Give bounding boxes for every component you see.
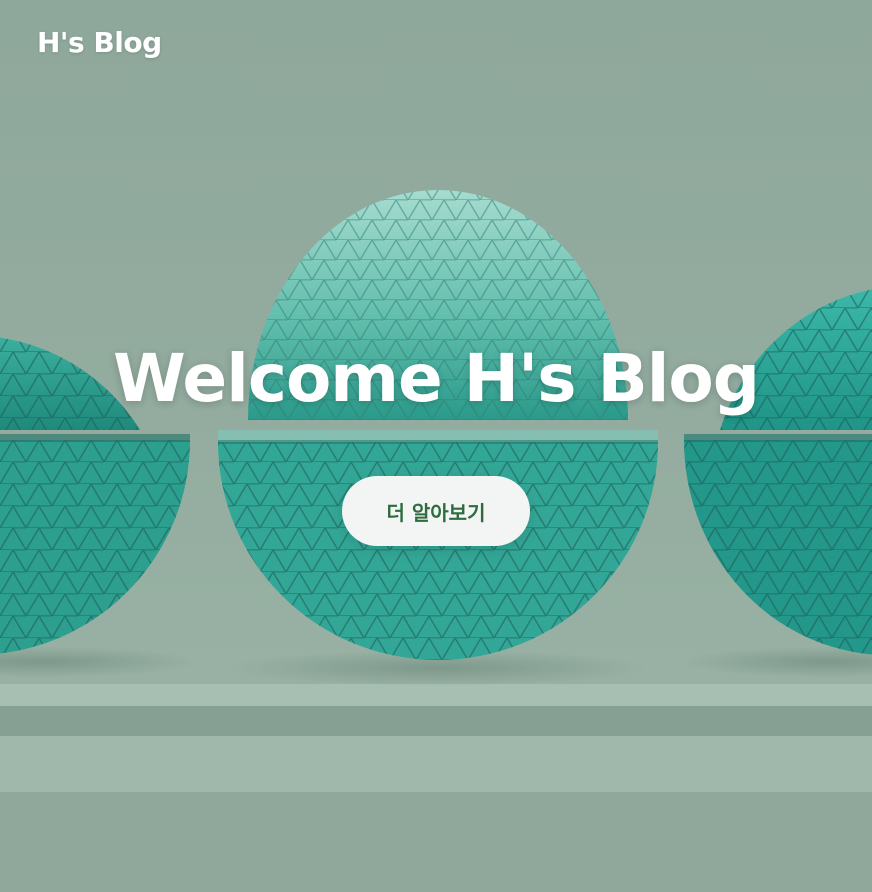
site-logo[interactable]: H's Blog (37, 26, 162, 59)
center-sphere (218, 190, 658, 660)
hero-title: Welcome H's Blog (112, 340, 760, 417)
learn-more-button[interactable]: 더 알아보기 (342, 476, 530, 546)
hero-background-image (0, 190, 872, 892)
hero-section: H's Blog Welcome H's Blog 더 알아보기 (0, 0, 872, 892)
